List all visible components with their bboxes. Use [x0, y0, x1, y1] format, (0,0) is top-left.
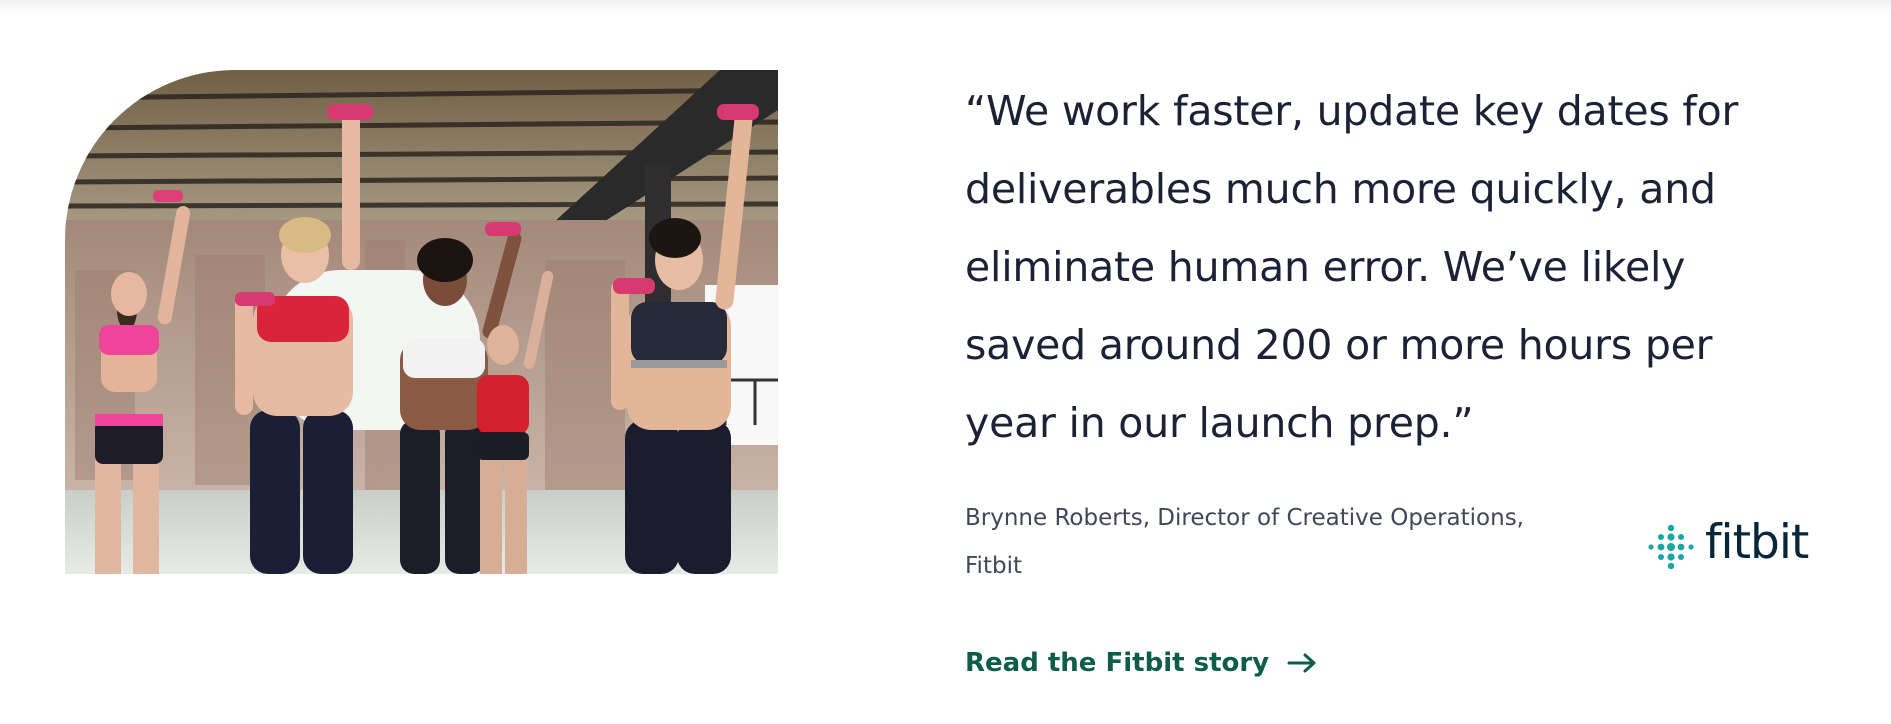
fitbit-dots-icon: [1648, 524, 1694, 570]
read-story-link-label: Read the Fitbit story: [965, 648, 1270, 678]
top-edge-shadow: [0, 0, 1891, 14]
fitness-class-image: [65, 70, 778, 574]
fitbit-wordmark: fitbit: [1705, 515, 1809, 570]
testimonial-attribution: Brynne Roberts, Director of Creative Ope…: [965, 505, 1524, 579]
arrow-right-icon: [1287, 653, 1316, 673]
fitbit-logo: fitbit: [1645, 515, 1835, 575]
testimonial-quote: “We work faster, update key dates for de…: [965, 87, 1739, 447]
testimonial-photo: [65, 70, 778, 574]
read-story-link[interactable]: Read the Fitbit story: [965, 648, 1317, 678]
